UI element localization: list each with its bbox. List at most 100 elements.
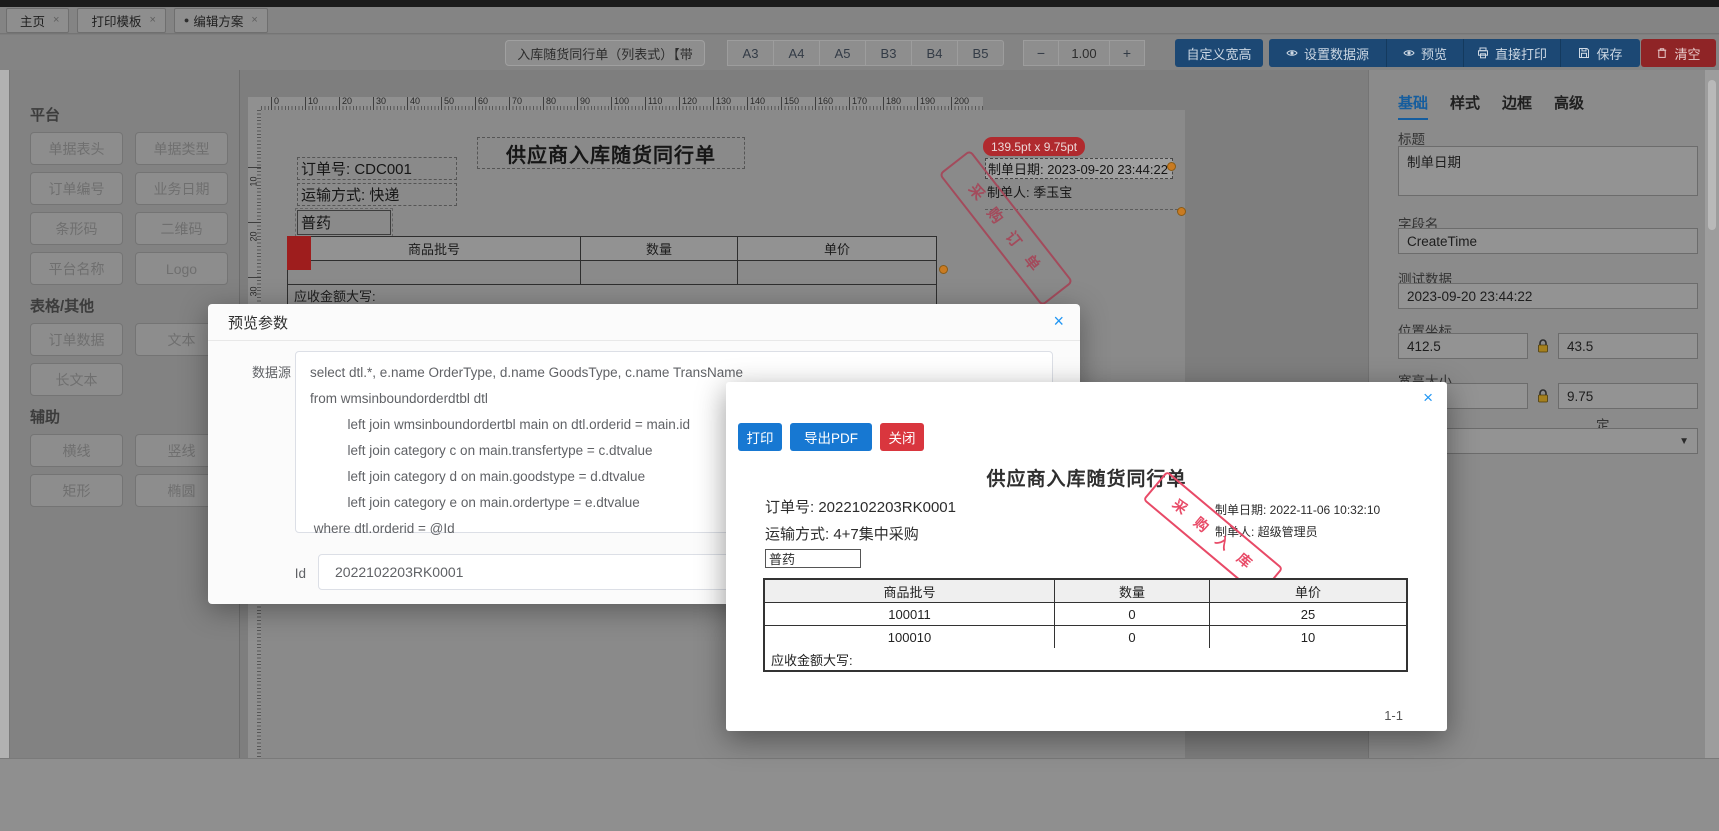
sidebar-collapse-strip[interactable]: [0, 70, 10, 758]
table-cell: 25: [1300, 606, 1316, 622]
close-icon[interactable]: ×: [1423, 389, 1433, 406]
close-icon[interactable]: ×: [1053, 312, 1064, 330]
palette-group-title: 表格/其他: [30, 298, 95, 315]
palette-item[interactable]: 长文本: [30, 363, 123, 396]
ruler-mark: 50: [441, 97, 475, 110]
zoom-value[interactable]: 1.00: [1058, 40, 1110, 66]
size-tooltip: 139.5pt x 9.75pt: [983, 137, 1086, 156]
element-create-date-selected[interactable]: 制单日期: 2023-09-20 23:44:22: [985, 158, 1173, 179]
ruler-mark: 170: [849, 97, 883, 110]
ruler-mark: 140: [747, 97, 781, 110]
close-icon[interactable]: ×: [149, 14, 155, 26]
active-tab-dot-icon: ●: [183, 15, 190, 25]
tab-border[interactable]: 边框: [1502, 92, 1532, 120]
panel-scrollbar[interactable]: [1705, 70, 1719, 758]
close-icon[interactable]: ×: [53, 14, 59, 26]
palette-item[interactable]: 二维码: [135, 212, 228, 245]
paper-size-button[interactable]: A3: [727, 40, 774, 66]
title-field[interactable]: 制单日期: [1398, 146, 1698, 196]
print-preview-dialog: × 打印 导出PDF 关闭 供应商入库随货同行单 订单号: 2022102203…: [726, 382, 1447, 731]
tab-basic[interactable]: 基础: [1398, 92, 1429, 120]
palette-item[interactable]: 单据类型: [135, 132, 228, 165]
page-tab-bar: 主页 × 打印模板 × ● 编辑方案 ×: [0, 7, 1719, 34]
palette-item[interactable]: 订单数据: [30, 323, 123, 356]
element-order-no[interactable]: 订单号: CDC001: [297, 157, 457, 180]
resize-handle[interactable]: [1177, 207, 1186, 216]
set-datasource-button[interactable]: 设置数据源: [1269, 39, 1386, 67]
table-cell: 10: [1300, 629, 1316, 645]
save-button[interactable]: 保存: [1560, 39, 1640, 67]
table-header-cell: 商品批号: [288, 237, 581, 260]
palette-item[interactable]: 业务日期: [135, 172, 228, 205]
element-data-table[interactable]: 商品批号 数量 单价 应收金额大写:: [287, 236, 937, 307]
tab-advanced[interactable]: 高级: [1554, 92, 1584, 120]
preview-order-no: 订单号: 2022102203RK0001: [765, 499, 956, 516]
palette-group-title: 平台: [30, 107, 61, 124]
scrollbar-thumb[interactable]: [1708, 80, 1716, 230]
ruler-mark: 130: [713, 97, 747, 110]
action-button-group: 设置数据源 预览 直接打印 保存: [1269, 39, 1640, 67]
direct-print-button[interactable]: 直接打印: [1463, 39, 1560, 67]
palette-item[interactable]: 单据表头: [30, 132, 123, 165]
palette-item[interactable]: 横线: [30, 434, 123, 467]
custom-size-button[interactable]: 自定义宽高: [1175, 39, 1263, 67]
resize-handle[interactable]: [1167, 162, 1176, 171]
page-tab[interactable]: ● 编辑方案 ×: [173, 7, 268, 33]
properties-tabs: 基础 样式 边框 高级: [1398, 92, 1584, 120]
preview-table-body: 100011 0 25 100010 0 10: [765, 603, 1406, 648]
table-header-cell: 单价: [1210, 580, 1406, 602]
position-row: 412.5 43.5: [1398, 333, 1698, 359]
ruler-mark: 40: [407, 97, 441, 110]
tab-style[interactable]: 样式: [1450, 92, 1480, 120]
ruler-mark: 10: [305, 97, 339, 110]
paper-size-button[interactable]: B5: [957, 40, 1004, 66]
close-button[interactable]: 关闭: [880, 423, 924, 451]
component-palette: 平台 单据表头 单据类型 订单编号 业务日期 条形码 二维码 平台名称 Logo 表格/其他 …: [0, 70, 240, 758]
element-doc-title[interactable]: 供应商入库随货同行单: [477, 137, 745, 169]
template-name-input[interactable]: 入库随货同行单（列表式）【带: [505, 40, 705, 66]
set-datasource-label: 设置数据源: [1303, 46, 1369, 62]
clear-button[interactable]: 清空: [1641, 39, 1716, 67]
preview-button[interactable]: 预览: [1386, 39, 1463, 67]
palette-item[interactable]: 矩形: [30, 474, 123, 507]
zoom-in-button[interactable]: +: [1109, 40, 1145, 66]
close-icon[interactable]: ×: [251, 14, 257, 26]
element-goods-type[interactable]: 普药: [295, 208, 393, 237]
paper-size-group: A3 A4 A5 B3 B4 B5: [727, 40, 1004, 66]
ruler-mark: 100: [611, 97, 645, 110]
lock-icon[interactable]: [1535, 338, 1551, 354]
height-field[interactable]: 9.75: [1558, 383, 1698, 409]
paper-size-button[interactable]: B4: [911, 40, 958, 66]
ruler-mark: 80: [543, 97, 577, 110]
page-tab[interactable]: 主页 ×: [6, 7, 70, 33]
datasource-label: 数据源: [252, 365, 292, 380]
element-transport[interactable]: 运输方式: 快递: [297, 183, 457, 206]
preview-table: 商品批号 数量 单价 100011 0 25 100010 0 10 应收金额大…: [763, 578, 1408, 672]
page-tab[interactable]: 打印模板 ×: [77, 7, 166, 33]
test-data-field[interactable]: 2023-09-20 23:44:22: [1398, 283, 1698, 309]
ruler-mark: 60: [475, 97, 509, 110]
palette-item[interactable]: 订单编号: [30, 172, 123, 205]
resize-handle[interactable]: [939, 265, 948, 274]
export-pdf-button[interactable]: 导出PDF: [790, 423, 872, 451]
table-band-marker[interactable]: [287, 236, 311, 270]
palette-item[interactable]: 平台名称: [30, 252, 123, 285]
zoom-out-button[interactable]: −: [1023, 40, 1059, 66]
preview-table-footer: 应收金额大写:: [771, 652, 853, 668]
paper-size-button[interactable]: A5: [819, 40, 866, 66]
ruler-mark: 190: [917, 97, 951, 110]
ruler-mark: 120: [679, 97, 713, 110]
palette-item[interactable]: Logo: [135, 252, 228, 285]
page-tab-label: 编辑方案: [193, 14, 244, 29]
table-header-cell: 数量: [1055, 580, 1210, 602]
paper-size-button[interactable]: B3: [865, 40, 912, 66]
ruler-corner: [248, 97, 261, 110]
palette-item[interactable]: 条形码: [30, 212, 123, 245]
pos-y-field[interactable]: 43.5: [1558, 333, 1698, 359]
lock-icon[interactable]: [1535, 388, 1551, 404]
id-label: Id: [294, 566, 306, 581]
field-name-field[interactable]: CreateTime: [1398, 228, 1698, 254]
paper-size-button[interactable]: A4: [773, 40, 820, 66]
pos-x-field[interactable]: 412.5: [1398, 333, 1528, 359]
print-button[interactable]: 打印: [738, 423, 782, 451]
